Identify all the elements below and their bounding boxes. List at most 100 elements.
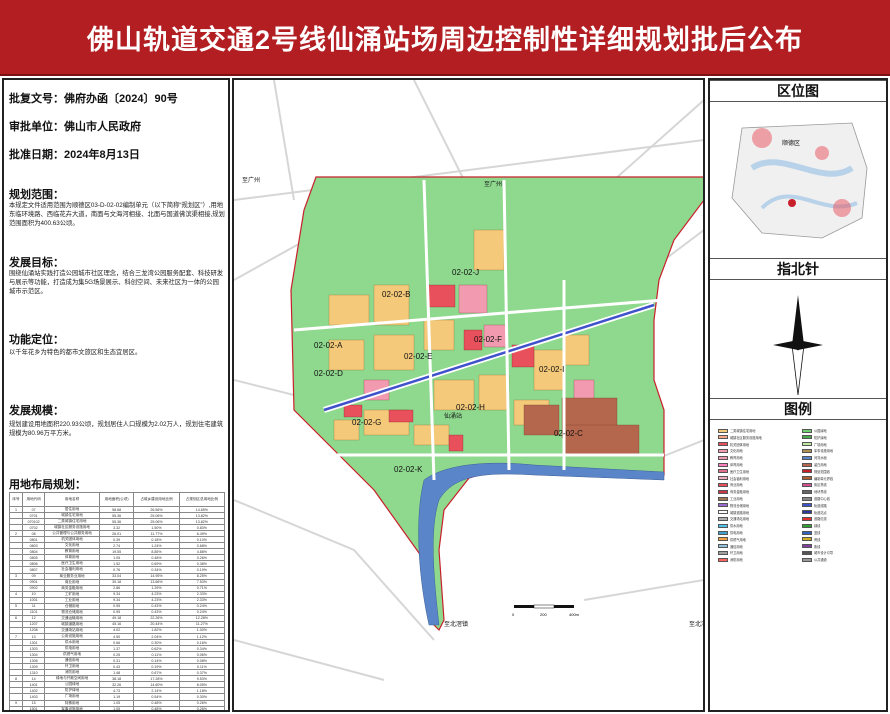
scale-bar: 0 200 400m <box>512 604 580 617</box>
legend-swatch <box>802 503 812 508</box>
legend-label: 道路中心线 <box>814 497 830 501</box>
legend-item: 城市设计引导 <box>802 550 833 555</box>
north-arrow-title: 指北针 <box>710 258 886 280</box>
legend-item: 城镇社区服务设施用地 <box>718 435 762 440</box>
legend-label: 规划范围线 <box>814 469 830 474</box>
legend-label: 道路红线 <box>814 517 827 522</box>
legend-item: 商务金融用地 <box>718 489 749 494</box>
location-map-title: 区位图 <box>710 80 886 102</box>
north-arrow-icon <box>773 295 823 396</box>
land-use-column-header: 用地面积(公顷) <box>98 492 135 507</box>
land-use-column-header: 占规划区总用地比例 <box>178 492 226 507</box>
legend-label: 社会福利用地 <box>730 476 750 481</box>
legend-item: 绿线 <box>802 523 820 528</box>
legend-item: 河流水面 <box>802 455 827 460</box>
road-label: 至广州 <box>484 180 502 188</box>
legend-label: 通信用地 <box>730 544 743 549</box>
approval-date: 批准日期：2024年8月13日 <box>9 149 140 161</box>
legend-item: 防护绿地 <box>802 435 827 440</box>
legend-label: 体育用地 <box>730 463 743 467</box>
road-label: 至广州 <box>242 176 260 184</box>
parcel-label: 02-02-A <box>314 341 343 350</box>
legend-swatch <box>802 442 812 447</box>
legend-label: 城镇社区服务设施用地 <box>730 435 762 440</box>
legend-swatch <box>802 489 812 494</box>
legend-item: 军事设施用地 <box>802 448 833 453</box>
right-panel: 区位图 顺德区 指北针 图例 二类城镇住宅用地 城镇社区服务设施用地 机关团体用地文… <box>708 78 888 712</box>
legend-item: 道路红线 <box>802 516 827 521</box>
legend-swatch <box>718 537 728 542</box>
legend-swatch <box>802 510 812 515</box>
legend-swatch <box>718 455 728 460</box>
legend-title: 图例 <box>710 398 886 420</box>
legend-label: 物流仓储用地 <box>730 503 750 508</box>
legend-item: 交通场站用地 <box>718 516 749 521</box>
scale-body: 规划建设用地面积220.93公顷，规划居住人口规模为2.02万人，规划住宅建筑规… <box>9 421 224 437</box>
legend-label: 环卫用地 <box>730 551 743 556</box>
legend-label: 街区界线 <box>814 483 827 488</box>
function-title: 功能定位： <box>9 334 64 346</box>
legend-item: 供燃气用地 <box>718 537 746 542</box>
legend-item: 地块界线 <box>802 489 827 494</box>
legend-swatch <box>718 428 728 433</box>
legend-label: 教育用地 <box>730 456 743 461</box>
legend-item: 供水用地 <box>718 523 743 528</box>
parcel-label: 02-02-C <box>554 429 583 438</box>
legend-swatch <box>718 462 728 467</box>
legend-swatch <box>802 482 812 487</box>
legend-item: 供电用地 <box>718 530 743 535</box>
legend-label: 供水用地 <box>730 524 743 529</box>
goal-title: 发展目标： <box>9 257 64 269</box>
legend-item: 消防用地 <box>718 557 743 562</box>
legend-swatch <box>802 516 812 521</box>
legend-item: 规划范围线 <box>802 469 830 474</box>
land-use-table-header: 序号 用地代码 用地名称 用地面积(公顷) 占城乡建设用地比例 占规划区总用地比例 <box>8 492 226 507</box>
legend-swatch <box>718 476 728 481</box>
legend-label: 城市设计引导 <box>814 551 834 556</box>
legend-item: 编制单元界线 <box>802 476 833 481</box>
legend-item: 轨道站点 <box>802 510 827 515</box>
scale-label: 400m <box>569 612 580 617</box>
parcel-label: 02-02-D <box>314 369 343 378</box>
legend-swatch <box>802 469 812 474</box>
parcel-label: 02-02-F <box>474 335 502 344</box>
legend-swatch <box>802 557 812 562</box>
map-svg: 至广州 至广州 至北滘镇 至北滘镇 02-02-J 02-02-B 02-02-… <box>234 80 703 681</box>
legend-swatch <box>802 462 812 467</box>
legend-label: 医疗卫生用地 <box>730 469 750 474</box>
legend-label: 蓝线 <box>814 531 821 535</box>
legend-swatch <box>718 448 728 453</box>
legend-swatch <box>718 435 728 440</box>
legend-item: 教育用地 <box>718 455 743 460</box>
hotspot-marker <box>815 146 829 160</box>
legend-label: 二类城镇住宅用地 <box>730 429 756 433</box>
legend-label: 防护绿地 <box>814 435 827 440</box>
legend-swatch <box>718 489 728 494</box>
legend-swatch <box>802 544 812 549</box>
title-bar: 佛山轨道交通2号线仙涌站场周边控制性详细规划批后公布 <box>0 0 890 76</box>
scope-title: 规划范围： <box>9 189 64 201</box>
legend-swatch <box>718 482 728 487</box>
legend-item: 紫线 <box>802 544 820 549</box>
legend-item: 机关团体用地 <box>718 442 749 447</box>
function-body: 以千年花乡为特色的都市文旅区和生态宜居区。 <box>9 349 142 356</box>
legend-item: 道路中心线 <box>802 496 830 501</box>
left-panel: 批复文号：佛府办函〔2024〕90号 审批单位：佛山市人民政府 批准日期：202… <box>2 78 230 712</box>
legend-swatch <box>718 496 728 501</box>
parcel-label: 02-02-E <box>404 352 432 361</box>
legend-item: 环卫用地 <box>718 550 743 555</box>
scale-title: 发展规模： <box>9 405 64 417</box>
legend-swatch <box>802 476 812 481</box>
hotspot-marker <box>833 199 851 217</box>
legend-label: 地块界线 <box>814 490 827 495</box>
legend-item: 广场用地 <box>802 442 827 447</box>
legend-swatch <box>718 530 728 535</box>
table-cell: 军事设施用地 <box>44 705 100 710</box>
legend-label: 留白用地 <box>814 463 827 467</box>
legend-swatch <box>718 469 728 474</box>
legend-item: 社会福利用地 <box>718 476 749 481</box>
legend-label: 广场用地 <box>814 442 827 447</box>
legend-item: 蓝线 <box>802 530 820 535</box>
table-cell: 1501 <box>22 705 46 710</box>
legend-swatch <box>802 537 812 542</box>
